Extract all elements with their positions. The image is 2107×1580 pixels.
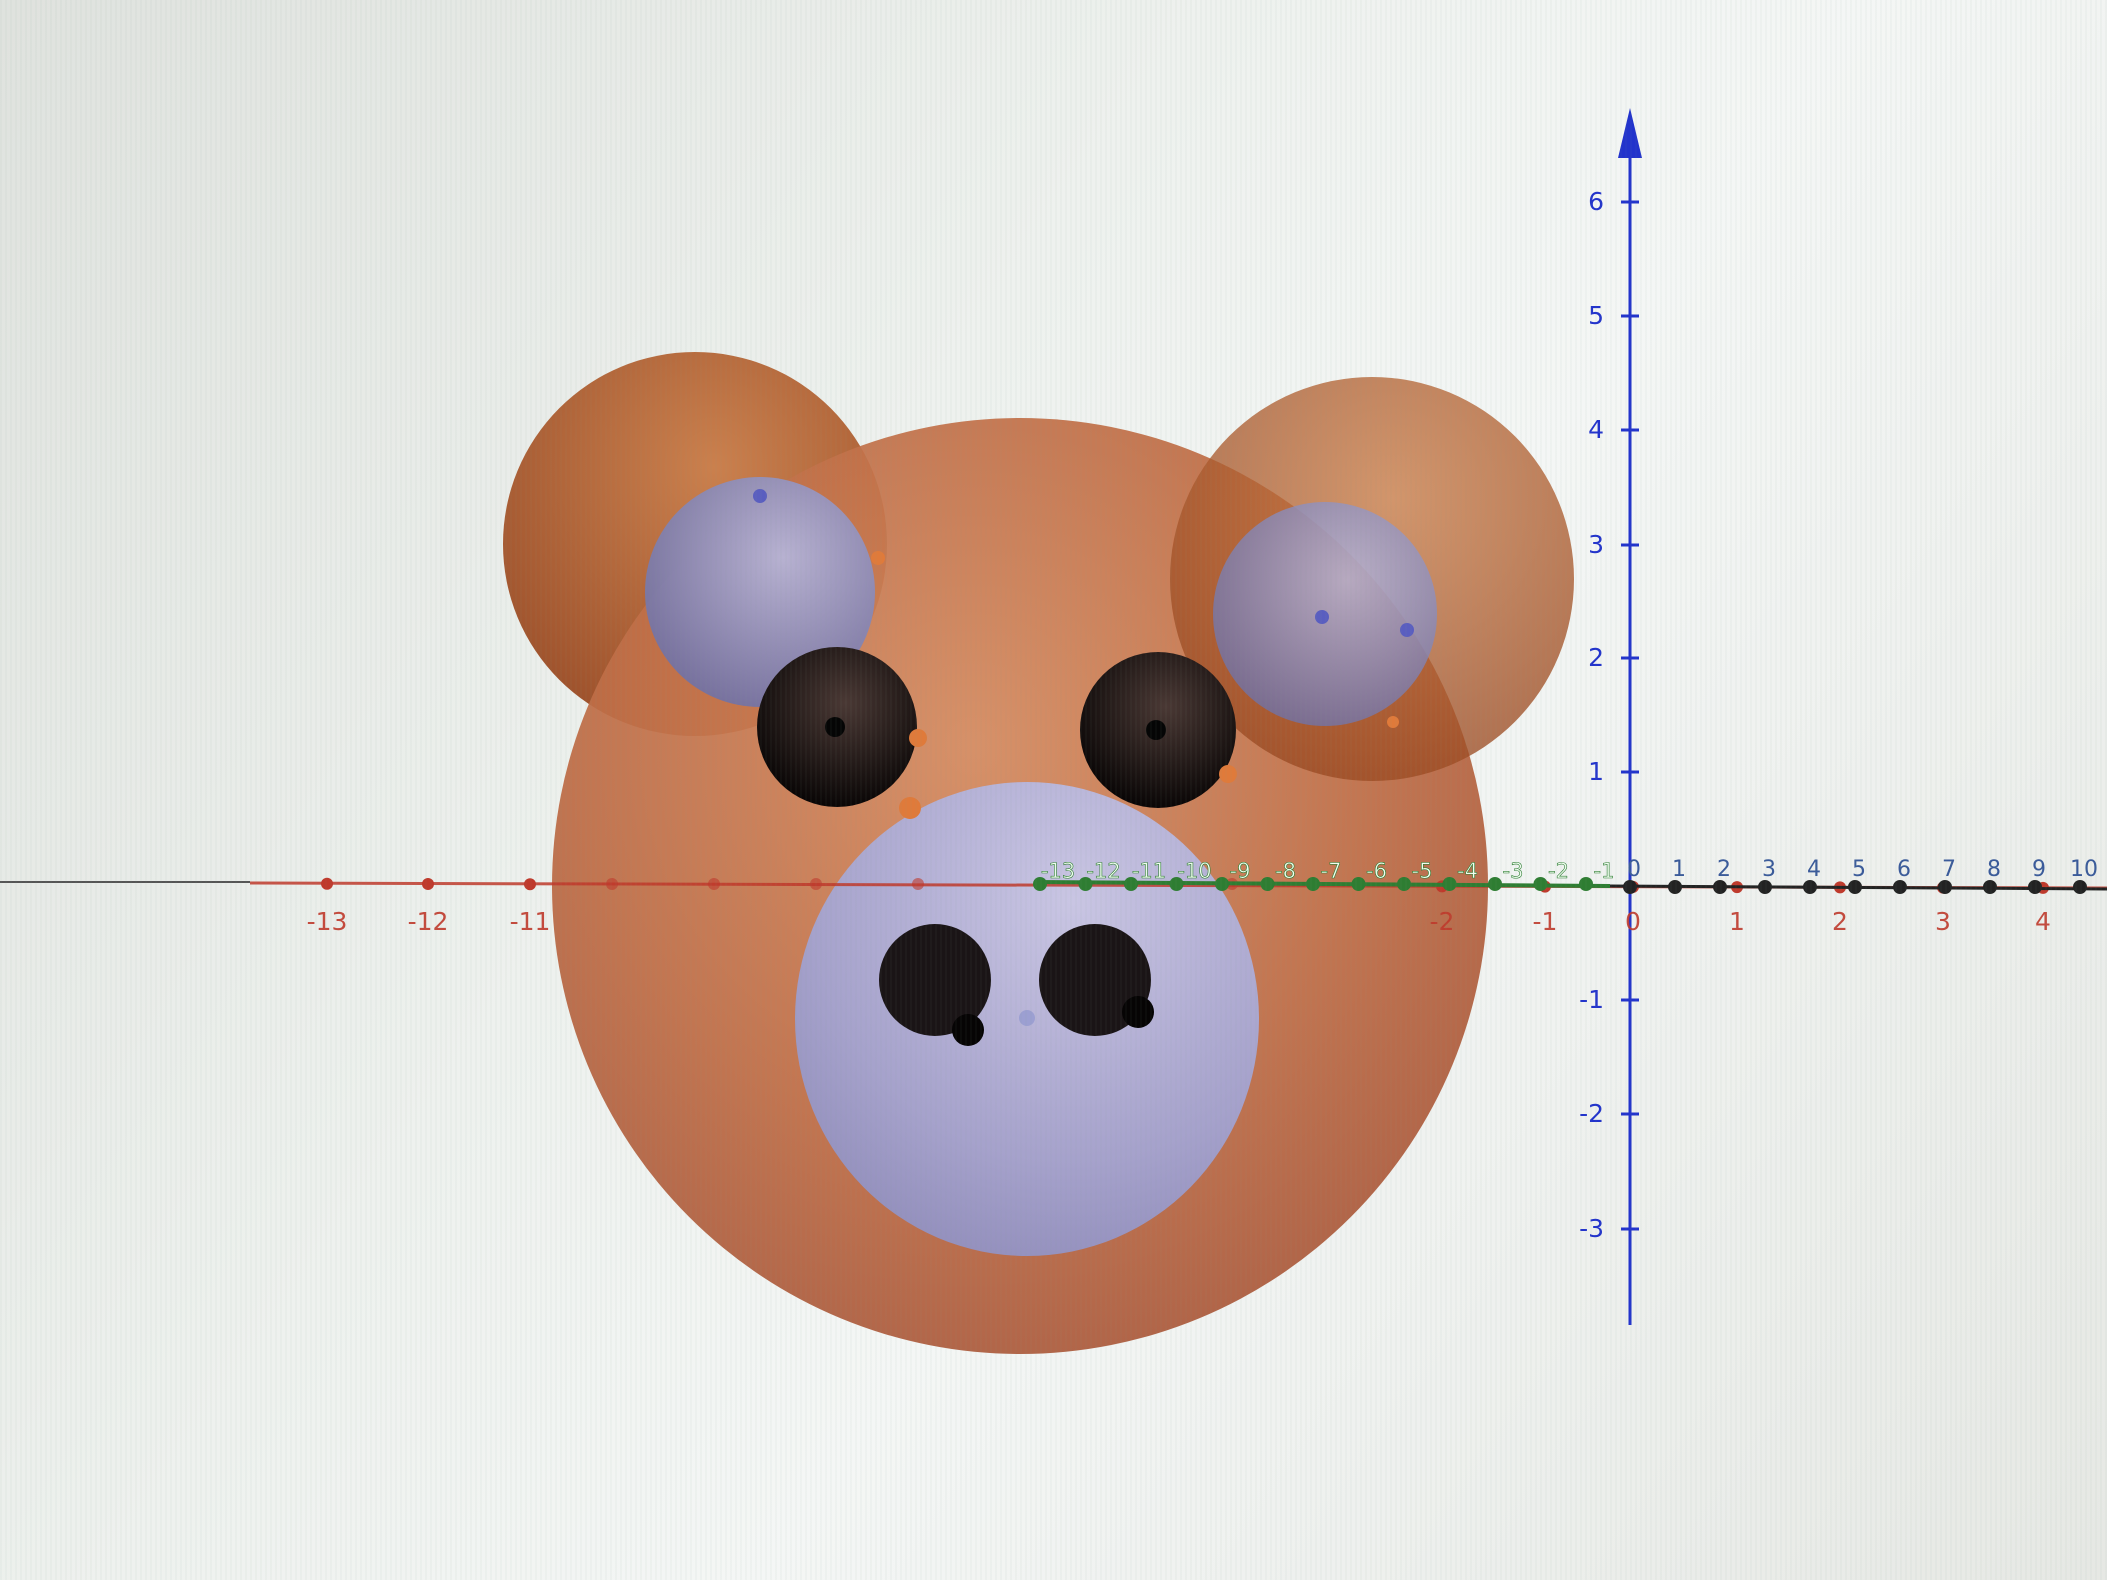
blue-point[interactable] bbox=[1019, 1010, 1035, 1026]
y-axis[interactable]: 6 5 4 3 2 1 -1 -2 -3 bbox=[1579, 108, 1642, 1325]
black-axis-point[interactable] bbox=[1848, 880, 1862, 894]
y-tick-label: 3 bbox=[1588, 530, 1604, 559]
black-tick-label: 1 bbox=[1672, 857, 1686, 882]
black-tick-label: 8 bbox=[1987, 857, 2001, 882]
green-tick-label: -2 bbox=[1548, 859, 1569, 883]
red-tick-label: 2 bbox=[1832, 907, 1848, 936]
red-tick-label: 1 bbox=[1729, 907, 1745, 936]
left-eye-point[interactable] bbox=[825, 717, 845, 737]
right-nostril-point[interactable] bbox=[1122, 996, 1154, 1028]
black-axis-point[interactable] bbox=[1803, 880, 1817, 894]
green-tick-label: -7 bbox=[1321, 859, 1342, 883]
green-axis-point[interactable] bbox=[1533, 877, 1548, 891]
red-tick-label: -1 bbox=[1533, 907, 1558, 936]
green-tick-label: -13 bbox=[1041, 859, 1075, 883]
green-tick-label: -1 bbox=[1594, 859, 1615, 883]
graphing-app-screen: 6 5 4 3 2 1 -1 -2 -3 -13 -12 -11 -2 -1 0 1 2 3 4 -13 -12 -11… bbox=[0, 0, 2107, 1580]
y-tick-label: 2 bbox=[1588, 643, 1604, 672]
y-tick-label: -3 bbox=[1579, 1214, 1604, 1243]
red-tick-label: -2 bbox=[1430, 907, 1455, 936]
y-tick-label: 4 bbox=[1588, 415, 1604, 444]
graphics-view-3d[interactable]: 654321-1-2-3 -13 -12 -11 -2 -1 0 1 2 3 4-13 -12 -11… bbox=[0, 0, 2107, 1580]
green-tick-label: -9 bbox=[1230, 859, 1251, 883]
green-axis-point[interactable] bbox=[1397, 877, 1411, 891]
red-tick-label: 3 bbox=[1935, 907, 1951, 936]
black-tick-label: 0 bbox=[1627, 857, 1641, 882]
green-tick-label: -12 bbox=[1086, 859, 1120, 883]
black-axis-point[interactable] bbox=[1713, 880, 1727, 894]
black-tick-label: 6 bbox=[1897, 857, 1911, 882]
red-tick-label: -11 bbox=[510, 907, 551, 936]
green-axis-point[interactable] bbox=[1488, 877, 1502, 891]
green-tick-label: -3 bbox=[1503, 859, 1524, 883]
red-axis-point[interactable] bbox=[708, 878, 720, 890]
green-axis-point[interactable] bbox=[1351, 877, 1366, 891]
green-axis-point[interactable] bbox=[1215, 877, 1229, 891]
black-axis-point[interactable] bbox=[1668, 880, 1682, 894]
orange-point[interactable] bbox=[1387, 716, 1399, 728]
red-axis-point[interactable] bbox=[606, 878, 618, 890]
black-tick-label: 3 bbox=[1762, 857, 1776, 882]
black-tick-label: 5 bbox=[1852, 857, 1866, 882]
green-tick-label: -10 bbox=[1177, 859, 1211, 883]
red-axis-point[interactable] bbox=[912, 878, 924, 890]
black-tick-label: 4 bbox=[1807, 857, 1821, 882]
red-axis-point[interactable] bbox=[810, 878, 822, 890]
y-tick-label: 6 bbox=[1588, 187, 1604, 216]
red-tick-label: -12 bbox=[408, 907, 449, 936]
green-tick-label: -11 bbox=[1132, 859, 1166, 883]
y-tick-label: -2 bbox=[1579, 1099, 1604, 1128]
red-axis-point[interactable] bbox=[422, 878, 434, 891]
y-tick-label: 5 bbox=[1588, 301, 1604, 330]
green-axis-point[interactable] bbox=[1442, 877, 1457, 891]
left-nostril-point[interactable] bbox=[952, 1014, 984, 1046]
black-axis-point[interactable] bbox=[2073, 880, 2087, 894]
red-tick-label: -13 bbox=[307, 907, 348, 936]
red-tick-label: 4 bbox=[2035, 907, 2051, 936]
green-tick-label: -5 bbox=[1412, 859, 1433, 883]
orange-point[interactable] bbox=[871, 551, 885, 565]
orange-point[interactable] bbox=[909, 729, 927, 747]
red-axis-point[interactable] bbox=[321, 877, 333, 890]
black-tick-label: 10 bbox=[2070, 857, 2098, 882]
blue-point[interactable] bbox=[1315, 610, 1329, 624]
green-axis-point[interactable] bbox=[1306, 877, 1320, 891]
black-axis-point[interactable] bbox=[1893, 880, 1907, 894]
black-axis-point[interactable] bbox=[1938, 880, 1952, 894]
green-axis-point[interactable] bbox=[1260, 877, 1275, 891]
orange-point[interactable] bbox=[899, 797, 921, 819]
y-tick-label: -1 bbox=[1579, 985, 1604, 1014]
green-tick-label: -6 bbox=[1366, 859, 1387, 883]
black-axis-point[interactable] bbox=[1758, 880, 1772, 894]
green-tick-label: -8 bbox=[1275, 859, 1296, 883]
orange-point[interactable] bbox=[1219, 765, 1237, 783]
black-tick-label: 2 bbox=[1717, 857, 1731, 882]
pig-face-figure[interactable] bbox=[503, 352, 1574, 1354]
black-axis-point[interactable] bbox=[1983, 880, 1997, 894]
red-tick-label: 0 bbox=[1625, 907, 1641, 936]
green-axis-point[interactable] bbox=[1579, 877, 1593, 891]
right-eye-point[interactable] bbox=[1146, 720, 1166, 740]
blue-point[interactable] bbox=[753, 489, 767, 503]
black-tick-label: 7 bbox=[1942, 857, 1956, 882]
green-tick-label: -4 bbox=[1457, 859, 1478, 883]
red-axis-point[interactable] bbox=[524, 878, 536, 891]
black-tick-label: 9 bbox=[2032, 857, 2046, 882]
y-tick-label: 1 bbox=[1588, 757, 1604, 786]
blue-point[interactable] bbox=[1400, 623, 1414, 637]
y-axis-arrow bbox=[1618, 108, 1642, 158]
black-axis-point[interactable] bbox=[1623, 880, 1637, 894]
black-axis-point[interactable] bbox=[2028, 880, 2042, 894]
